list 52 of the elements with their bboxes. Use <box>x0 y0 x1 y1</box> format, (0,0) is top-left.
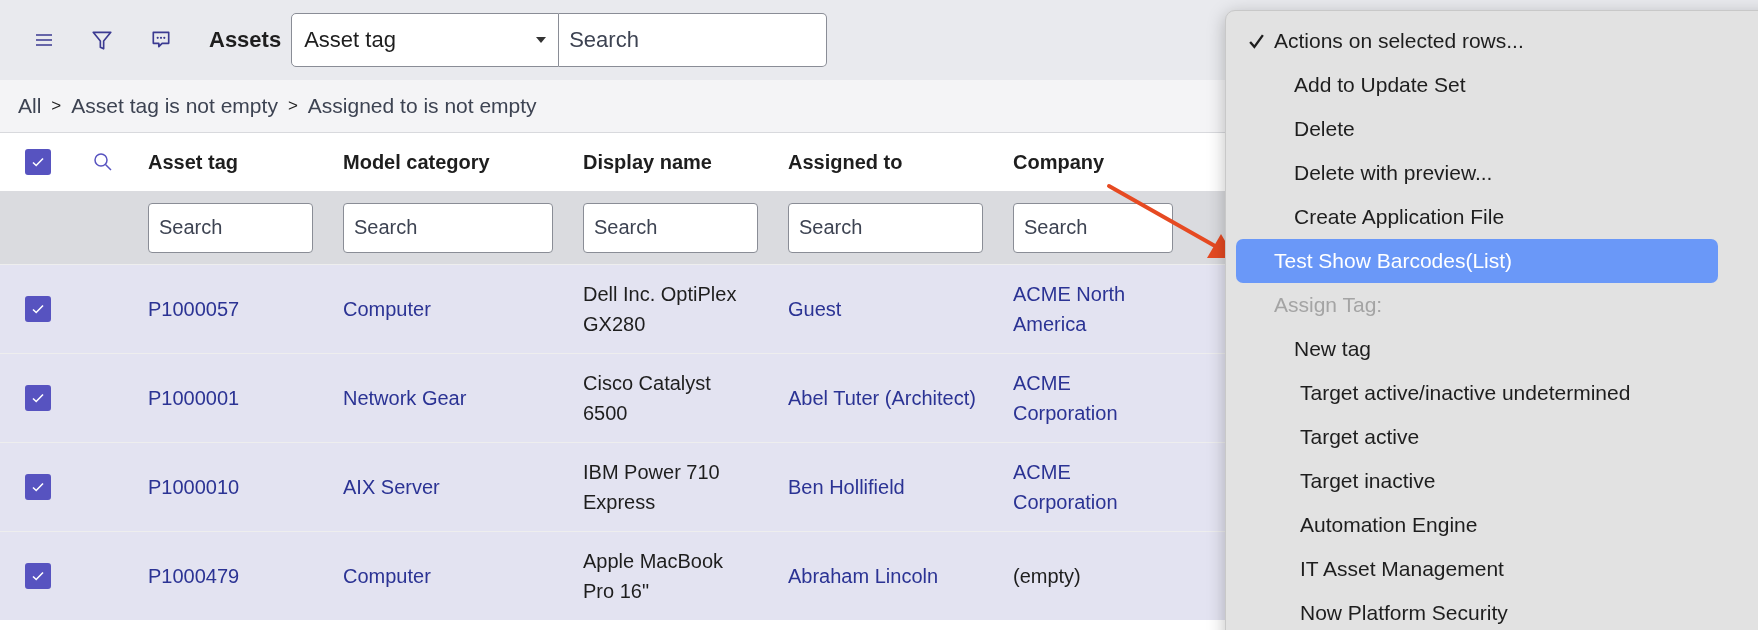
table-cell-link[interactable]: P1000001 <box>148 383 240 413</box>
table-cell-link[interactable]: ACME Corporation <box>1013 368 1173 428</box>
table-cell-link[interactable]: Computer <box>343 294 431 324</box>
table-cell-link[interactable]: P1000010 <box>148 472 240 502</box>
table-cell-link[interactable]: Network Gear <box>343 383 467 413</box>
table-cell-link[interactable]: Guest <box>788 294 842 324</box>
column-search-field[interactable]: Search <box>788 202 983 253</box>
table-cell-text: Cisco Catalyst 6500 <box>583 371 712 426</box>
search-field[interactable]: Search <box>559 13 828 67</box>
table-cell-link[interactable]: Abel Tuter (Architect) <box>788 383 976 413</box>
table-cell-link[interactable]: Abraham Lincoln <box>788 561 939 591</box>
checkbox[interactable] <box>24 563 51 589</box>
table-cell-text: IBM Power 710 Express <box>583 460 721 515</box>
search-icon[interactable] <box>92 152 113 172</box>
table-cell-text: Apple MacBook Pro 16" <box>583 549 725 604</box>
breadcrumb-link[interactable]: Asset tag is not empty <box>71 94 278 118</box>
filter-icon[interactable] <box>91 29 113 51</box>
menu-item[interactable]: Create Application File <box>1236 195 1718 239</box>
table-cell-link[interactable]: ACME North America <box>1013 279 1173 339</box>
list-title: Assets <box>209 27 282 53</box>
breadcrumb-link[interactable]: Assigned to is not empty <box>307 94 537 118</box>
caret-icon <box>536 37 547 43</box>
table-cell-link[interactable]: Ben Hollifield <box>788 472 905 502</box>
table-cell-link[interactable]: AIX Server <box>343 472 440 502</box>
checkbox[interactable] <box>24 385 51 411</box>
menu-item[interactable]: Add to Update Set <box>1236 63 1718 107</box>
checkbox[interactable] <box>24 474 51 500</box>
column-search-field[interactable]: Search <box>1013 202 1173 253</box>
table-cell-link[interactable]: P1000479 <box>148 561 240 591</box>
checkbox[interactable] <box>24 149 51 175</box>
breadcrumb-link[interactable]: All <box>18 94 42 118</box>
menu-item[interactable]: Actions on selected rows... <box>1236 19 1718 63</box>
column-header[interactable]: Asset tag <box>148 147 239 177</box>
column-header[interactable]: Company <box>1013 147 1105 177</box>
checkbox[interactable] <box>24 296 51 322</box>
column-search-field[interactable]: Search <box>343 202 553 253</box>
table-cell-text: (empty) <box>1013 564 1081 589</box>
breadcrumb-separator: > <box>287 96 298 116</box>
menu-item[interactable]: Delete with preview... <box>1236 151 1718 195</box>
table-cell-link[interactable]: ACME Corporation <box>1013 457 1173 517</box>
table-cell-link[interactable]: P1000057 <box>148 294 240 324</box>
table-cell-text: Dell Inc. OptiPlex GX280 <box>583 282 738 337</box>
column-search-field[interactable]: Search <box>583 202 758 253</box>
column-header[interactable]: Model category <box>343 147 490 177</box>
column-search-field[interactable]: Search <box>148 202 313 253</box>
table-cell-link[interactable]: Computer <box>343 561 431 591</box>
checkmark-icon <box>1248 32 1265 50</box>
menu-item[interactable]: Delete <box>1236 107 1718 151</box>
column-header[interactable]: Assigned to <box>788 147 903 177</box>
column-header[interactable]: Display name <box>583 147 712 177</box>
field-select[interactable]: Asset tag <box>291 13 560 67</box>
breadcrumb-separator: > <box>51 96 62 116</box>
